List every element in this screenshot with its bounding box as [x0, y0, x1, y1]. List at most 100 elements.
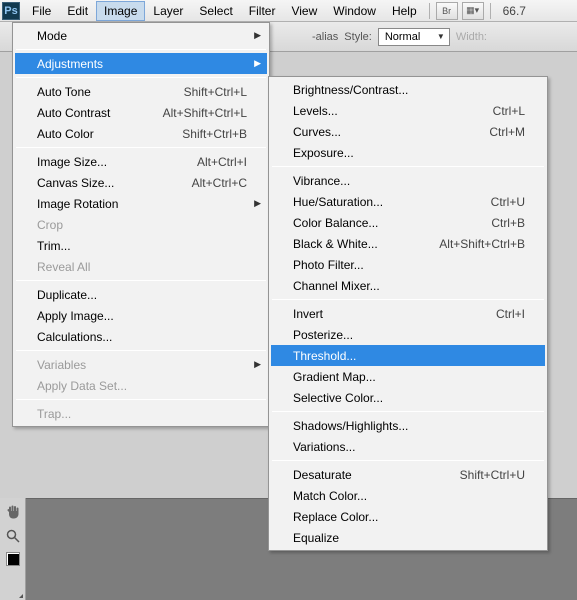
menubar-item-help[interactable]: Help	[384, 1, 425, 21]
adjustments-item[interactable]: Match Color...	[271, 485, 545, 506]
adjustments-item[interactable]: Levels...Ctrl+L	[271, 100, 545, 121]
adjustments-item[interactable]: Photo Filter...	[271, 254, 545, 275]
zoom-readout: 66.7	[503, 4, 526, 18]
chevron-down-icon: ▼	[437, 32, 445, 41]
menu-item-label: Image Size...	[37, 155, 197, 169]
adjustments-item[interactable]: Gradient Map...	[271, 366, 545, 387]
image-menu-separator	[16, 147, 266, 148]
image-menu-separator	[16, 350, 266, 351]
menu-item-label: Levels...	[293, 104, 493, 118]
zoom-tool[interactable]	[3, 526, 23, 546]
menu-item-shortcut: Ctrl+B	[491, 216, 525, 230]
image-menu-item[interactable]: Trim...	[15, 235, 267, 256]
image-menu-item: Apply Data Set...	[15, 375, 267, 396]
image-menu-item[interactable]: Calculations...	[15, 326, 267, 347]
menu-item-label: Shadows/Highlights...	[293, 419, 525, 433]
menu-item-shortcut: Ctrl+U	[491, 195, 525, 209]
image-menu-item[interactable]: Duplicate...	[15, 284, 267, 305]
menu-item-label: Black & White...	[293, 237, 439, 251]
menu-item-label: Channel Mixer...	[293, 279, 525, 293]
menu-item-shortcut: Alt+Ctrl+I	[197, 155, 247, 169]
menubar-item-image[interactable]: Image	[96, 1, 145, 21]
hand-tool[interactable]	[3, 502, 23, 522]
menu-item-label: Crop	[37, 218, 247, 232]
menu-item-label: Match Color...	[293, 489, 525, 503]
image-menu-item[interactable]: Image Rotation▶	[15, 193, 267, 214]
menu-item-label: Hue/Saturation...	[293, 195, 491, 209]
adjustments-item[interactable]: DesaturateShift+Ctrl+U	[271, 464, 545, 485]
adjustments-item[interactable]: Replace Color...	[271, 506, 545, 527]
menu-item-shortcut: Alt+Shift+Ctrl+B	[439, 237, 525, 251]
image-menu-item[interactable]: Canvas Size...Alt+Ctrl+C	[15, 172, 267, 193]
menu-item-shortcut: Ctrl+L	[493, 104, 525, 118]
adjustments-separator	[272, 411, 544, 412]
adjustments-item[interactable]: Curves...Ctrl+M	[271, 121, 545, 142]
menubar-item-edit[interactable]: Edit	[59, 1, 96, 21]
adjustments-item[interactable]: Exposure...	[271, 142, 545, 163]
image-menu-item[interactable]: Apply Image...	[15, 305, 267, 326]
menu-item-label: Image Rotation	[37, 197, 247, 211]
menu-item-shortcut: Alt+Shift+Ctrl+L	[163, 106, 247, 120]
adjustments-item[interactable]: Channel Mixer...	[271, 275, 545, 296]
menubar: Ps FileEditImageLayerSelectFilterViewWin…	[0, 0, 577, 22]
adjustments-item[interactable]: InvertCtrl+I	[271, 303, 545, 324]
adjustments-item[interactable]: Posterize...	[271, 324, 545, 345]
menu-item-label: Posterize...	[293, 328, 525, 342]
menu-item-label: Equalize	[293, 531, 525, 545]
menu-item-shortcut: Ctrl+M	[489, 125, 525, 139]
menubar-divider-2	[490, 3, 491, 19]
menu-item-shortcut: Shift+Ctrl+L	[184, 85, 247, 99]
menu-item-label: Invert	[293, 307, 496, 321]
adjustments-item[interactable]: Brightness/Contrast...	[271, 79, 545, 100]
menu-item-label: Selective Color...	[293, 391, 525, 405]
foreground-swatch[interactable]	[6, 552, 20, 566]
menu-item-label: Photo Filter...	[293, 258, 525, 272]
menu-item-shortcut: Ctrl+I	[496, 307, 525, 321]
adjustments-item[interactable]: Selective Color...	[271, 387, 545, 408]
chevron-right-icon: ▶	[254, 58, 261, 69]
menu-item-label: Exposure...	[293, 146, 525, 160]
menu-item-label: Threshold...	[293, 349, 525, 363]
image-menu-item[interactable]: Adjustments▶	[15, 53, 267, 74]
adjustments-item[interactable]: Black & White...Alt+Shift+Ctrl+B	[271, 233, 545, 254]
adjustments-item[interactable]: Vibrance...	[271, 170, 545, 191]
menubar-item-filter[interactable]: Filter	[241, 1, 284, 21]
image-menu-item[interactable]: Image Size...Alt+Ctrl+I	[15, 151, 267, 172]
app-logo: Ps	[2, 2, 20, 20]
adjustments-submenu: Brightness/Contrast...Levels...Ctrl+LCur…	[268, 76, 548, 551]
menu-item-label: Reveal All	[37, 260, 247, 274]
menubar-item-view[interactable]: View	[283, 1, 325, 21]
menu-item-label: Trim...	[37, 239, 247, 253]
style-label: Style:	[344, 31, 372, 43]
adjustments-item[interactable]: Color Balance...Ctrl+B	[271, 212, 545, 233]
menu-item-label: Mode	[37, 29, 247, 43]
bridge-button[interactable]: Br	[436, 2, 458, 20]
image-menu-item[interactable]: Auto ContrastAlt+Shift+Ctrl+L	[15, 102, 267, 123]
image-menu-separator	[16, 77, 266, 78]
menu-item-label: Variables	[37, 358, 247, 372]
menu-item-label: Auto Tone	[37, 85, 184, 99]
adjustments-item[interactable]: Hue/Saturation...Ctrl+U	[271, 191, 545, 212]
adjustments-separator	[272, 299, 544, 300]
image-menu-item: Variables▶	[15, 354, 267, 375]
adjustments-item[interactable]: Shadows/Highlights...	[271, 415, 545, 436]
menubar-item-window[interactable]: Window	[325, 1, 384, 21]
image-menu-item[interactable]: Auto ToneShift+Ctrl+L	[15, 81, 267, 102]
menu-item-label: Auto Contrast	[37, 106, 163, 120]
image-menu-item: Crop	[15, 214, 267, 235]
tool-strip	[0, 498, 26, 600]
image-menu-item[interactable]: Auto ColorShift+Ctrl+B	[15, 123, 267, 144]
menubar-item-select[interactable]: Select	[191, 1, 240, 21]
adjustments-item[interactable]: Variations...	[271, 436, 545, 457]
adjustments-item[interactable]: Threshold...	[271, 345, 545, 366]
style-select[interactable]: Normal▼	[378, 28, 450, 46]
image-menu-separator	[16, 280, 266, 281]
menubar-item-file[interactable]: File	[24, 1, 59, 21]
width-label: Width:	[456, 31, 487, 43]
menubar-item-layer[interactable]: Layer	[145, 1, 191, 21]
menu-item-label: Apply Image...	[37, 309, 247, 323]
layout-button[interactable]: ▦▾	[462, 2, 484, 20]
image-menu-item[interactable]: Mode▶	[15, 25, 267, 46]
menu-item-label: Duplicate...	[37, 288, 247, 302]
adjustments-item[interactable]: Equalize	[271, 527, 545, 548]
